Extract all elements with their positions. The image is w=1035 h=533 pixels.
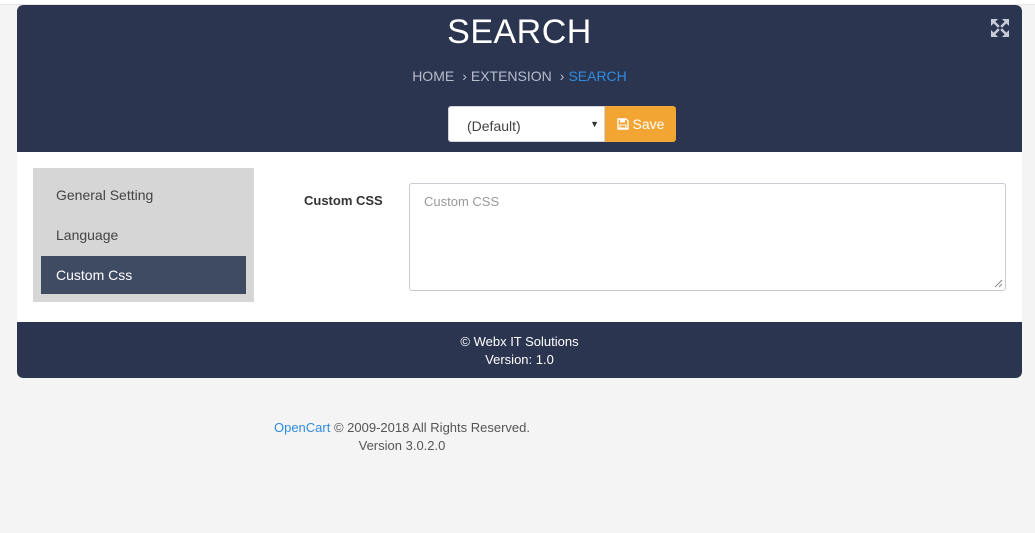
breadcrumb-separator: › [462, 68, 467, 84]
breadcrumb-current[interactable]: SEARCH [568, 68, 626, 84]
menu-item-custom-css[interactable]: Custom Css [41, 256, 246, 294]
custom-css-placeholder: Custom CSS [424, 194, 500, 209]
opencart-version: Version 3.0.2.0 [358, 438, 446, 453]
footer-version: Version: 1.0 [485, 352, 554, 367]
page-title: SEARCH [447, 13, 592, 51]
rights-text: © 2009-2018 All Rights Reserved. [333, 420, 531, 435]
custom-css-label: Custom CSS [304, 193, 383, 208]
resize-handle-icon[interactable] [994, 279, 1003, 288]
extension-panel: SEARCH HOME › EXTENSION › SEARCH (Default) ▼ [17, 5, 1022, 378]
page-footer: OpenCart © 2009-2018 All Rights Reserved… [172, 419, 632, 455]
floppy-disk-icon [616, 118, 629, 130]
save-button[interactable]: Save [605, 106, 676, 142]
breadcrumb-separator: › [559, 68, 565, 84]
settings-menu: General Setting Language Custom Css [33, 168, 254, 302]
store-select[interactable]: (Default) ▼ [448, 106, 605, 142]
breadcrumb: HOME › EXTENSION › SEARCH [17, 68, 1022, 84]
page-footer-rights-line: OpenCart © 2009-2018 All Rights Reserved… [172, 419, 632, 437]
breadcrumb-extension[interactable]: EXTENSION [471, 68, 552, 84]
menu-item-general-setting[interactable]: General Setting [41, 176, 246, 214]
expand-arrows-icon[interactable] [990, 18, 1010, 38]
save-button-label: Save [632, 116, 665, 132]
toolbar: (Default) ▼ Save [448, 106, 676, 142]
footer-copyright: © Webx IT Solutions [460, 334, 579, 349]
panel-header: SEARCH HOME › EXTENSION › SEARCH (Default) ▼ [17, 5, 1022, 152]
custom-css-textarea[interactable]: Custom CSS [409, 183, 1006, 291]
store-select-value: (Default) [467, 118, 521, 134]
panel-body: General Setting Language Custom Css Cust… [17, 152, 1022, 322]
menu-item-language[interactable]: Language [41, 216, 246, 254]
opencart-link[interactable]: OpenCart [274, 420, 330, 435]
panel-footer: © Webx IT Solutions Version: 1.0 [17, 322, 1022, 378]
breadcrumb-home[interactable]: HOME [412, 68, 454, 84]
chevron-down-icon: ▼ [590, 119, 599, 129]
